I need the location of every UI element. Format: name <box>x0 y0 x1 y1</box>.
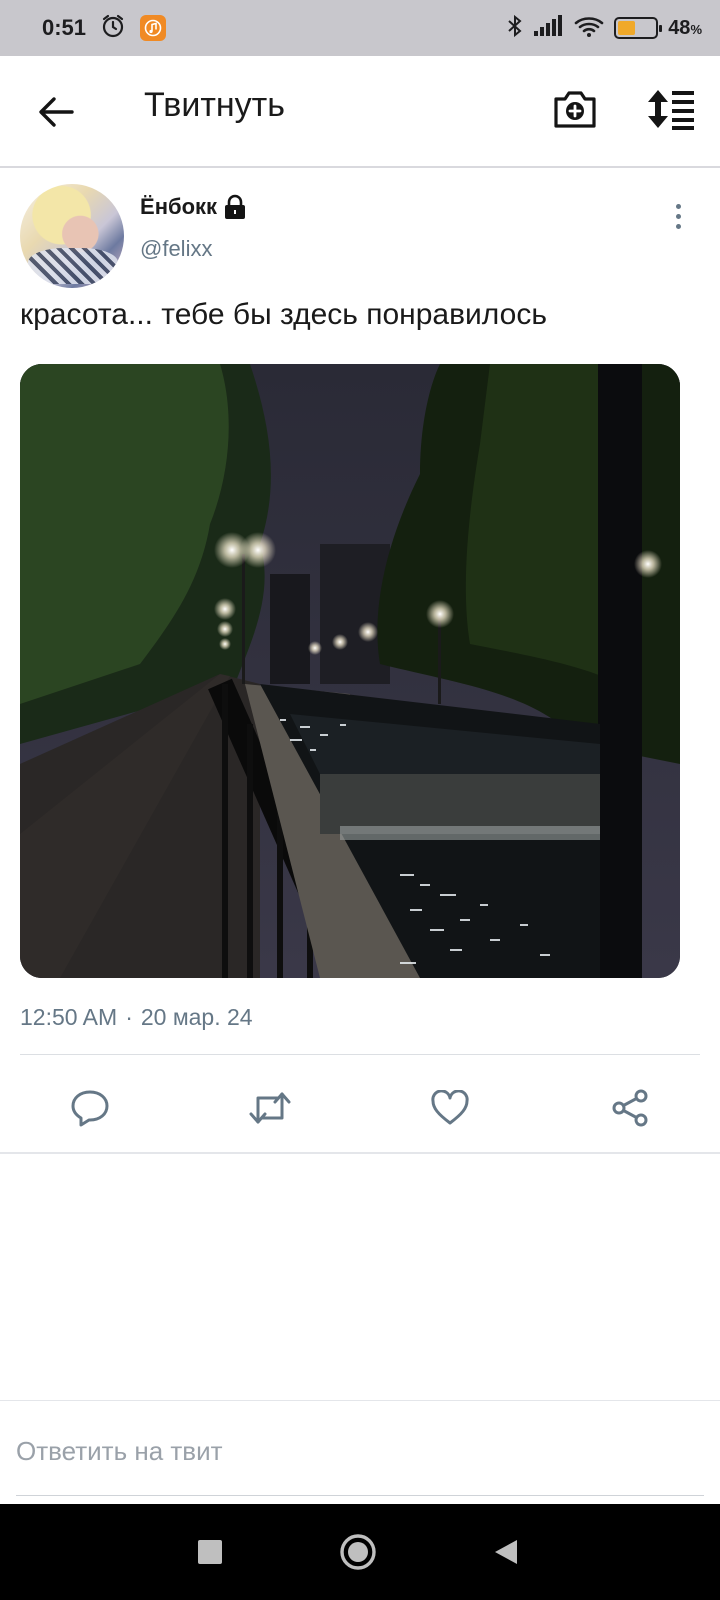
night-canal-photo <box>20 364 680 978</box>
bluetooth-icon <box>506 14 524 43</box>
divider <box>0 1152 720 1154</box>
like-icon <box>431 1090 469 1125</box>
wifi-icon <box>574 14 604 43</box>
sort-button[interactable] <box>644 86 700 132</box>
author-name-text: Ёнбокк <box>140 194 218 219</box>
back-triangle-icon <box>495 1540 517 1564</box>
square-icon <box>198 1540 222 1564</box>
more-dot-icon <box>675 223 681 229</box>
more-dot-icon <box>675 203 681 209</box>
battery-fill <box>618 21 636 35</box>
reply-button[interactable] <box>66 1084 114 1132</box>
home-circle-icon <box>340 1534 376 1570</box>
tweet-text: красота... тебе бы здесь понравилось <box>20 298 547 331</box>
back-arrow-icon <box>39 97 74 127</box>
lock-icon <box>225 194 246 219</box>
more-options-button[interactable] <box>664 198 692 234</box>
music-app-icon <box>140 15 167 41</box>
tweet-time: 12:50 AM <box>20 1004 118 1030</box>
tweet-actions <box>0 1058 720 1158</box>
signal-icon <box>534 14 564 42</box>
battery-percent: 48% <box>668 16 702 39</box>
sort-icon <box>648 90 694 130</box>
back-nav-button[interactable] <box>486 1532 526 1572</box>
meta-separator: · <box>125 1004 133 1030</box>
reply-input[interactable] <box>16 1421 704 1481</box>
tweet-date: 20 мар. 24 <box>140 1004 253 1030</box>
camera-button[interactable] <box>552 86 598 132</box>
battery-icon <box>614 17 663 39</box>
home-button[interactable] <box>338 1532 378 1572</box>
reply-icon <box>71 1090 109 1127</box>
share-icon <box>612 1089 648 1127</box>
author-handle[interactable]: @felixx <box>140 236 212 262</box>
reply-underline <box>16 1495 704 1496</box>
retweet-button[interactable] <box>246 1084 294 1132</box>
tweet-timestamp: 12:50 AM · 20 мар. 24 <box>20 1004 253 1031</box>
status-bar: 0:51 48% <box>0 0 720 56</box>
status-left: 0:51 <box>42 13 167 44</box>
page-title: Твитнуть <box>144 86 285 124</box>
status-time: 0:51 <box>42 15 87 40</box>
app-bar: Твитнуть <box>0 56 720 168</box>
tweet-photo[interactable] <box>20 364 680 978</box>
recents-button[interactable] <box>190 1532 230 1572</box>
system-nav-bar <box>0 1504 720 1600</box>
alarm-icon <box>100 13 126 44</box>
reply-bar <box>0 1400 720 1504</box>
divider <box>20 1054 700 1055</box>
back-button[interactable] <box>34 90 78 134</box>
share-button[interactable] <box>606 1084 654 1132</box>
like-button[interactable] <box>426 1084 474 1132</box>
status-right: 48% <box>506 14 702 43</box>
more-dot-icon <box>675 213 681 219</box>
camera-add-icon <box>554 91 596 128</box>
retweet-icon <box>249 1092 291 1124</box>
avatar[interactable] <box>20 184 124 288</box>
author-name[interactable]: Ёнбокк <box>140 194 247 220</box>
